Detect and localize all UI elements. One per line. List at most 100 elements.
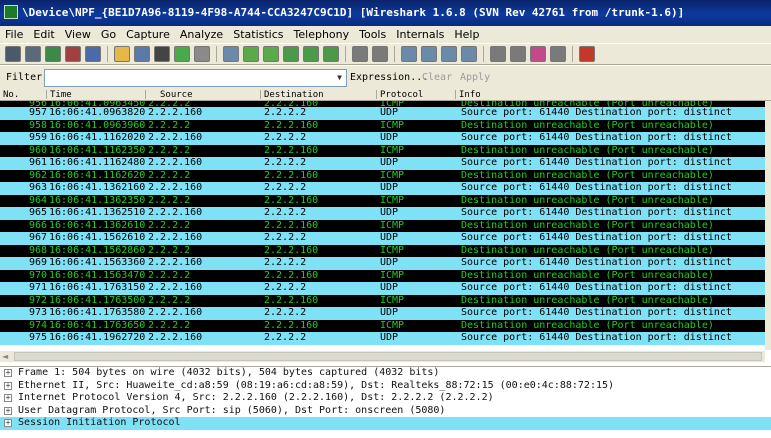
restart-capture-icon[interactable] [85, 46, 101, 62]
detail-tree-item[interactable]: + Session Initiation Protocol [0, 417, 771, 430]
packet-row[interactable]: 966 16:06:41.1362610 2.2.2.2 2.2.2.160 ICMP D… [0, 219, 765, 232]
packet-details-pane[interactable]: + Frame 1: 504 bytes on wire (4032 bits),… [0, 366, 771, 438]
packet-row[interactable]: 975 16:06:41.1962720 2.2.2.160 2.2.2.2 UDP So… [0, 332, 765, 345]
packet-row[interactable]: 967 16:06:41.1562610 2.2.2.160 2.2.2.2 UDP So… [0, 232, 765, 245]
expand-icon[interactable]: + [4, 381, 12, 390]
packet-number: 971 [28, 282, 47, 293]
menu-item-internals[interactable]: Internals [391, 26, 449, 43]
open-file-icon[interactable] [114, 46, 130, 62]
display-filters-icon[interactable] [510, 46, 526, 62]
go-to-packet-icon[interactable] [283, 46, 299, 62]
packet-row[interactable]: 960 16:06:41.1162350 2.2.2.2 2.2.2.160 ICMP D… [0, 144, 765, 157]
column-divider[interactable] [376, 90, 377, 99]
menu-item-tools[interactable]: Tools [354, 26, 391, 43]
packet-row[interactable]: 973 16:06:41.1763580 2.2.2.160 2.2.2.2 UDP So… [0, 307, 765, 320]
packet-row[interactable]: 969 16:06:41.1563360 2.2.2.160 2.2.2.2 UDP So… [0, 257, 765, 270]
filter-dropdown-icon[interactable]: ▼ [333, 70, 346, 86]
preferences-icon[interactable] [550, 46, 566, 62]
packet-list-horizontal-scrollbar[interactable]: ◄ [0, 350, 765, 362]
menu-item-edit[interactable]: Edit [28, 26, 59, 43]
menu-item-help[interactable]: Help [449, 26, 484, 43]
packet-time: 16:06:41.0963960 [49, 119, 146, 131]
packet-row[interactable]: 964 16:06:41.1362350 2.2.2.2 2.2.2.160 ICMP D… [0, 194, 765, 207]
packet-row[interactable]: 959 16:06:41.1162020 2.2.2.160 2.2.2.2 UDP So… [0, 132, 765, 145]
detail-tree-item[interactable]: + Internet Protocol Version 4, Src: 2.2.2… [0, 392, 771, 405]
packet-row[interactable]: 962 16:06:41.1162620 2.2.2.2 2.2.2.160 ICMP D… [0, 169, 765, 182]
expand-icon[interactable]: + [4, 394, 12, 402]
column-header-destination[interactable]: Destination [264, 90, 324, 100]
expression-button[interactable]: Expression... [350, 72, 428, 83]
packet-row[interactable]: 957 16:06:41.0963820 2.2.2.160 2.2.2.2 UDP So… [0, 107, 765, 120]
packet-list[interactable]: 956 16:06:41.0963450 2.2.2.2 2.2.2.160 ICMP D… [0, 101, 765, 350]
scrollbar-thumb[interactable] [14, 352, 762, 361]
zoom-out-icon[interactable] [421, 46, 437, 62]
menu-item-view[interactable]: View [60, 26, 96, 43]
zoom-in-icon[interactable] [401, 46, 417, 62]
packet-row[interactable]: 958 16:06:41.0963960 2.2.2.2 2.2.2.160 ICMP D… [0, 119, 765, 132]
menu-item-analyze[interactable]: Analyze [175, 26, 228, 43]
packet-destination: 2.2.2.2 [264, 257, 307, 268]
expand-icon[interactable]: + [4, 406, 12, 415]
packet-row[interactable]: 970 16:06:41.1563470 2.2.2.2 2.2.2.160 ICMP D… [0, 269, 765, 282]
close-file-icon[interactable] [154, 46, 170, 62]
column-header-no[interactable]: No. [3, 90, 19, 100]
column-header-protocol[interactable]: Protocol [380, 90, 423, 100]
expand-icon[interactable]: + [4, 369, 12, 377]
detail-tree-item[interactable]: + Frame 1: 504 bytes on wire (4032 bits),… [0, 367, 771, 380]
detail-tree-item[interactable]: + Ethernet II, Src: Huaweite_cd:a8:59 (08… [0, 380, 771, 393]
save-file-icon[interactable] [134, 46, 150, 62]
print-icon[interactable] [194, 46, 210, 62]
menu-item-statistics[interactable]: Statistics [228, 26, 288, 43]
packet-number: 974 [28, 319, 47, 331]
packet-row[interactable]: 971 16:06:41.1763150 2.2.2.160 2.2.2.2 UDP So… [0, 282, 765, 295]
packet-row[interactable]: 965 16:06:41.1362510 2.2.2.160 2.2.2.2 UDP So… [0, 207, 765, 220]
menu-item-capture[interactable]: Capture [121, 26, 175, 43]
packet-row[interactable]: 968 16:06:41.1562860 2.2.2.2 2.2.2.160 ICMP D… [0, 244, 765, 257]
menu-item-telephony[interactable]: Telephony [289, 26, 355, 43]
column-header-source[interactable]: Source [160, 90, 193, 100]
go-last-icon[interactable] [323, 46, 339, 62]
scroll-left-arrow-icon[interactable]: ◄ [2, 352, 12, 361]
interfaces-icon[interactable] [5, 46, 21, 62]
clear-button[interactable]: Clear [422, 72, 452, 83]
find-packet-icon[interactable] [223, 46, 239, 62]
help-icon[interactable] [579, 46, 595, 62]
packet-row[interactable]: 961 16:06:41.1162480 2.2.2.160 2.2.2.2 UDP So… [0, 157, 765, 170]
packet-row[interactable]: 972 16:06:41.1763500 2.2.2.2 2.2.2.160 ICMP D… [0, 294, 765, 307]
capture-options-icon[interactable] [25, 46, 41, 62]
packet-time: 16:06:41.1162480 [49, 157, 146, 168]
packet-number: 975 [28, 332, 47, 343]
start-capture-icon[interactable] [45, 46, 61, 62]
packet-row[interactable]: 974 16:06:41.1763650 2.2.2.2 2.2.2.160 ICMP D… [0, 319, 765, 332]
colorize-icon[interactable] [352, 46, 368, 62]
packet-info: Source port: 61440 Destination port: dis… [461, 282, 732, 293]
column-divider[interactable] [455, 90, 456, 99]
packet-destination: 2.2.2.2 [264, 107, 307, 118]
resize-columns-icon[interactable] [461, 46, 477, 62]
reload-icon[interactable] [174, 46, 190, 62]
zoom-normal-icon[interactable] [441, 46, 457, 62]
coloring-rules-icon[interactable] [530, 46, 546, 62]
go-forward-icon[interactable] [263, 46, 279, 62]
go-first-icon[interactable] [303, 46, 319, 62]
detail-tree-item[interactable]: + User Datagram Protocol, Src Port: sip (… [0, 405, 771, 418]
menu-item-go[interactable]: Go [96, 26, 121, 43]
menu-item-file[interactable]: File [0, 26, 28, 43]
packet-info: Destination unreachable (Port unreachabl… [461, 294, 714, 306]
column-divider[interactable] [145, 90, 146, 99]
expand-icon[interactable]: + [4, 419, 12, 427]
stop-capture-icon[interactable] [65, 46, 81, 62]
packet-list-vertical-scrollbar[interactable] [765, 101, 771, 350]
packet-protocol: UDP [380, 257, 399, 268]
column-divider[interactable] [46, 90, 47, 99]
column-header-info[interactable]: Info [459, 90, 481, 100]
packet-number: 973 [28, 307, 47, 318]
column-header-time[interactable]: Time [50, 90, 72, 100]
go-back-icon[interactable] [243, 46, 259, 62]
filter-input[interactable] [44, 69, 347, 87]
capture-filters-icon[interactable] [490, 46, 506, 62]
apply-button[interactable]: Apply [460, 72, 490, 83]
packet-row[interactable]: 963 16:06:41.1362160 2.2.2.160 2.2.2.2 UDP So… [0, 182, 765, 195]
column-divider[interactable] [260, 90, 261, 99]
autoscroll-icon[interactable] [372, 46, 388, 62]
